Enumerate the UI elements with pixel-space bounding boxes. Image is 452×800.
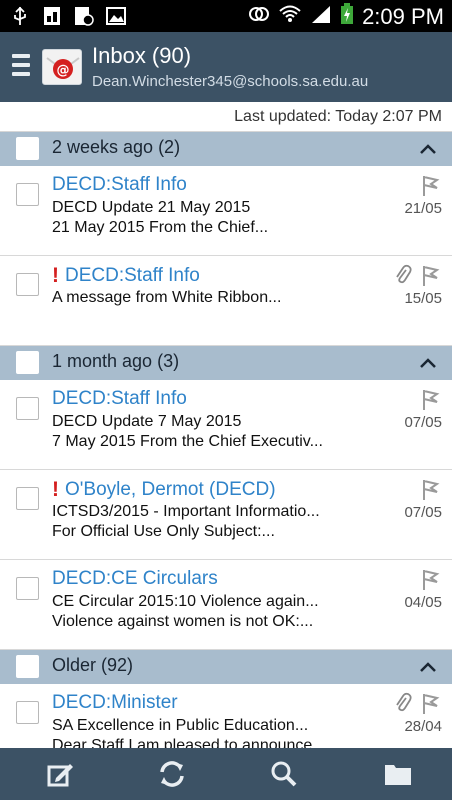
group-label: Older (92) xyxy=(52,655,134,675)
group-label: 2 weeks ago (2) xyxy=(52,137,181,157)
flag-icon[interactable] xyxy=(420,692,440,716)
battery-charging-icon xyxy=(340,3,354,30)
sync-icon xyxy=(160,761,184,787)
signal-icon xyxy=(310,4,332,29)
screenshot-icon xyxy=(42,6,62,26)
folders-button[interactable] xyxy=(382,758,414,790)
flag-icon[interactable] xyxy=(420,388,440,412)
sync-button[interactable] xyxy=(156,758,188,790)
email-subject: DECD Update 7 May 2015 xyxy=(52,413,242,430)
email-sender: ! O'Boyle, Dermot (DECD) xyxy=(52,478,276,501)
inbox-title: Inbox (90) xyxy=(92,43,192,68)
usb-icon xyxy=(10,6,30,26)
email-sender: DECD:Staff Info xyxy=(52,174,187,195)
email-row[interactable]: DECD:Staff Info DECD Update 7 May 2015 7… xyxy=(0,380,452,470)
email-select-checkbox[interactable] xyxy=(16,183,39,206)
gallery-icon xyxy=(106,6,126,26)
flag-icon[interactable] xyxy=(420,264,440,288)
group-select-checkbox[interactable] xyxy=(16,351,39,374)
menu-button[interactable] xyxy=(12,54,30,80)
email-preview: 21 May 2015 From the Chief... xyxy=(52,219,269,236)
paperclip-icon xyxy=(396,692,412,712)
search-button[interactable] xyxy=(268,758,300,790)
email-preview: 7 May 2015 From the Chief Executiv... xyxy=(52,433,323,450)
important-icon: ! xyxy=(52,264,59,287)
email-subject: SA Excellence in Public Education... xyxy=(52,717,309,734)
wifi-icon xyxy=(278,4,302,29)
email-sender: DECD:Staff Info xyxy=(52,388,187,409)
paperclip-icon xyxy=(396,264,412,284)
email-row[interactable]: ! DECD:Staff Info A message from White Ri… xyxy=(0,256,452,346)
chevron-up-icon[interactable] xyxy=(418,356,438,370)
chevron-up-icon[interactable] xyxy=(418,142,438,156)
email-row[interactable]: ! O'Boyle, Dermot (DECD) ICTSD3/2015 - Im… xyxy=(0,470,452,560)
email-select-checkbox[interactable] xyxy=(16,397,39,420)
email-row[interactable]: DECD:Staff Info DECD Update 21 May 2015 … xyxy=(0,166,452,256)
group-header-2-weeks-ago[interactable]: 2 weeks ago (2) xyxy=(0,132,452,166)
email-date: 28/04 xyxy=(404,718,442,735)
email-select-checkbox[interactable] xyxy=(16,701,39,724)
svg-text:@: @ xyxy=(57,63,70,78)
email-sender: DECD:CE Circulars xyxy=(52,568,218,589)
status-time: 2:09 PM xyxy=(362,3,444,29)
status-bar: 2:09 PM xyxy=(0,0,452,32)
email-sender: DECD:Minister xyxy=(52,692,178,713)
email-date: 07/05 xyxy=(404,414,442,431)
chevron-up-icon[interactable] xyxy=(418,660,438,674)
email-preview: For Official Use Only Subject:... xyxy=(52,523,275,540)
flag-icon[interactable] xyxy=(420,568,440,592)
group-label: 1 month ago (3) xyxy=(52,351,180,371)
search-icon xyxy=(271,761,297,787)
email-subject: ICTSD3/2015 - Important Informatio... xyxy=(52,503,320,520)
email-date: 21/05 xyxy=(404,200,442,217)
app-header: @ Inbox (90) Dean.Winchester345@schools.… xyxy=(0,32,452,102)
email-select-checkbox[interactable] xyxy=(16,273,39,296)
email-subject: A message from White Ribbon... xyxy=(52,289,282,306)
nfc-icon xyxy=(248,4,270,29)
email-row[interactable]: DECD:CE Circulars CE Circular 2015:10 Vi… xyxy=(0,560,452,650)
mail-app-logo[interactable]: @ xyxy=(42,49,82,85)
last-updated-text: Last updated: Today 2:07 PM xyxy=(0,102,452,132)
document-icon xyxy=(74,6,94,26)
email-sender: ! DECD:Staff Info xyxy=(52,264,200,287)
menu-icon xyxy=(12,54,30,58)
group-header-1-month-ago[interactable]: 1 month ago (3) xyxy=(0,346,452,380)
email-select-checkbox[interactable] xyxy=(16,577,39,600)
email-date: 07/05 xyxy=(404,504,442,521)
email-date: 15/05 xyxy=(404,290,442,307)
bottom-toolbar xyxy=(0,748,452,800)
folder-icon xyxy=(385,765,411,785)
group-select-checkbox[interactable] xyxy=(16,655,39,678)
flag-icon[interactable] xyxy=(420,174,440,198)
email-select-checkbox[interactable] xyxy=(16,487,39,510)
account-email: Dean.Winchester345@schools.sa.edu.au xyxy=(92,73,369,90)
email-preview: Violence against women is not OK:... xyxy=(52,613,314,630)
email-subject: DECD Update 21 May 2015 xyxy=(52,199,251,216)
group-select-checkbox[interactable] xyxy=(16,137,39,160)
email-subject: CE Circular 2015:10 Violence again... xyxy=(52,593,319,610)
compose-icon xyxy=(47,764,73,787)
email-date: 04/05 xyxy=(404,594,442,611)
flag-icon[interactable] xyxy=(420,478,440,502)
important-icon: ! xyxy=(52,478,59,501)
group-header-older[interactable]: Older (92) xyxy=(0,650,452,684)
compose-button[interactable] xyxy=(44,758,76,790)
